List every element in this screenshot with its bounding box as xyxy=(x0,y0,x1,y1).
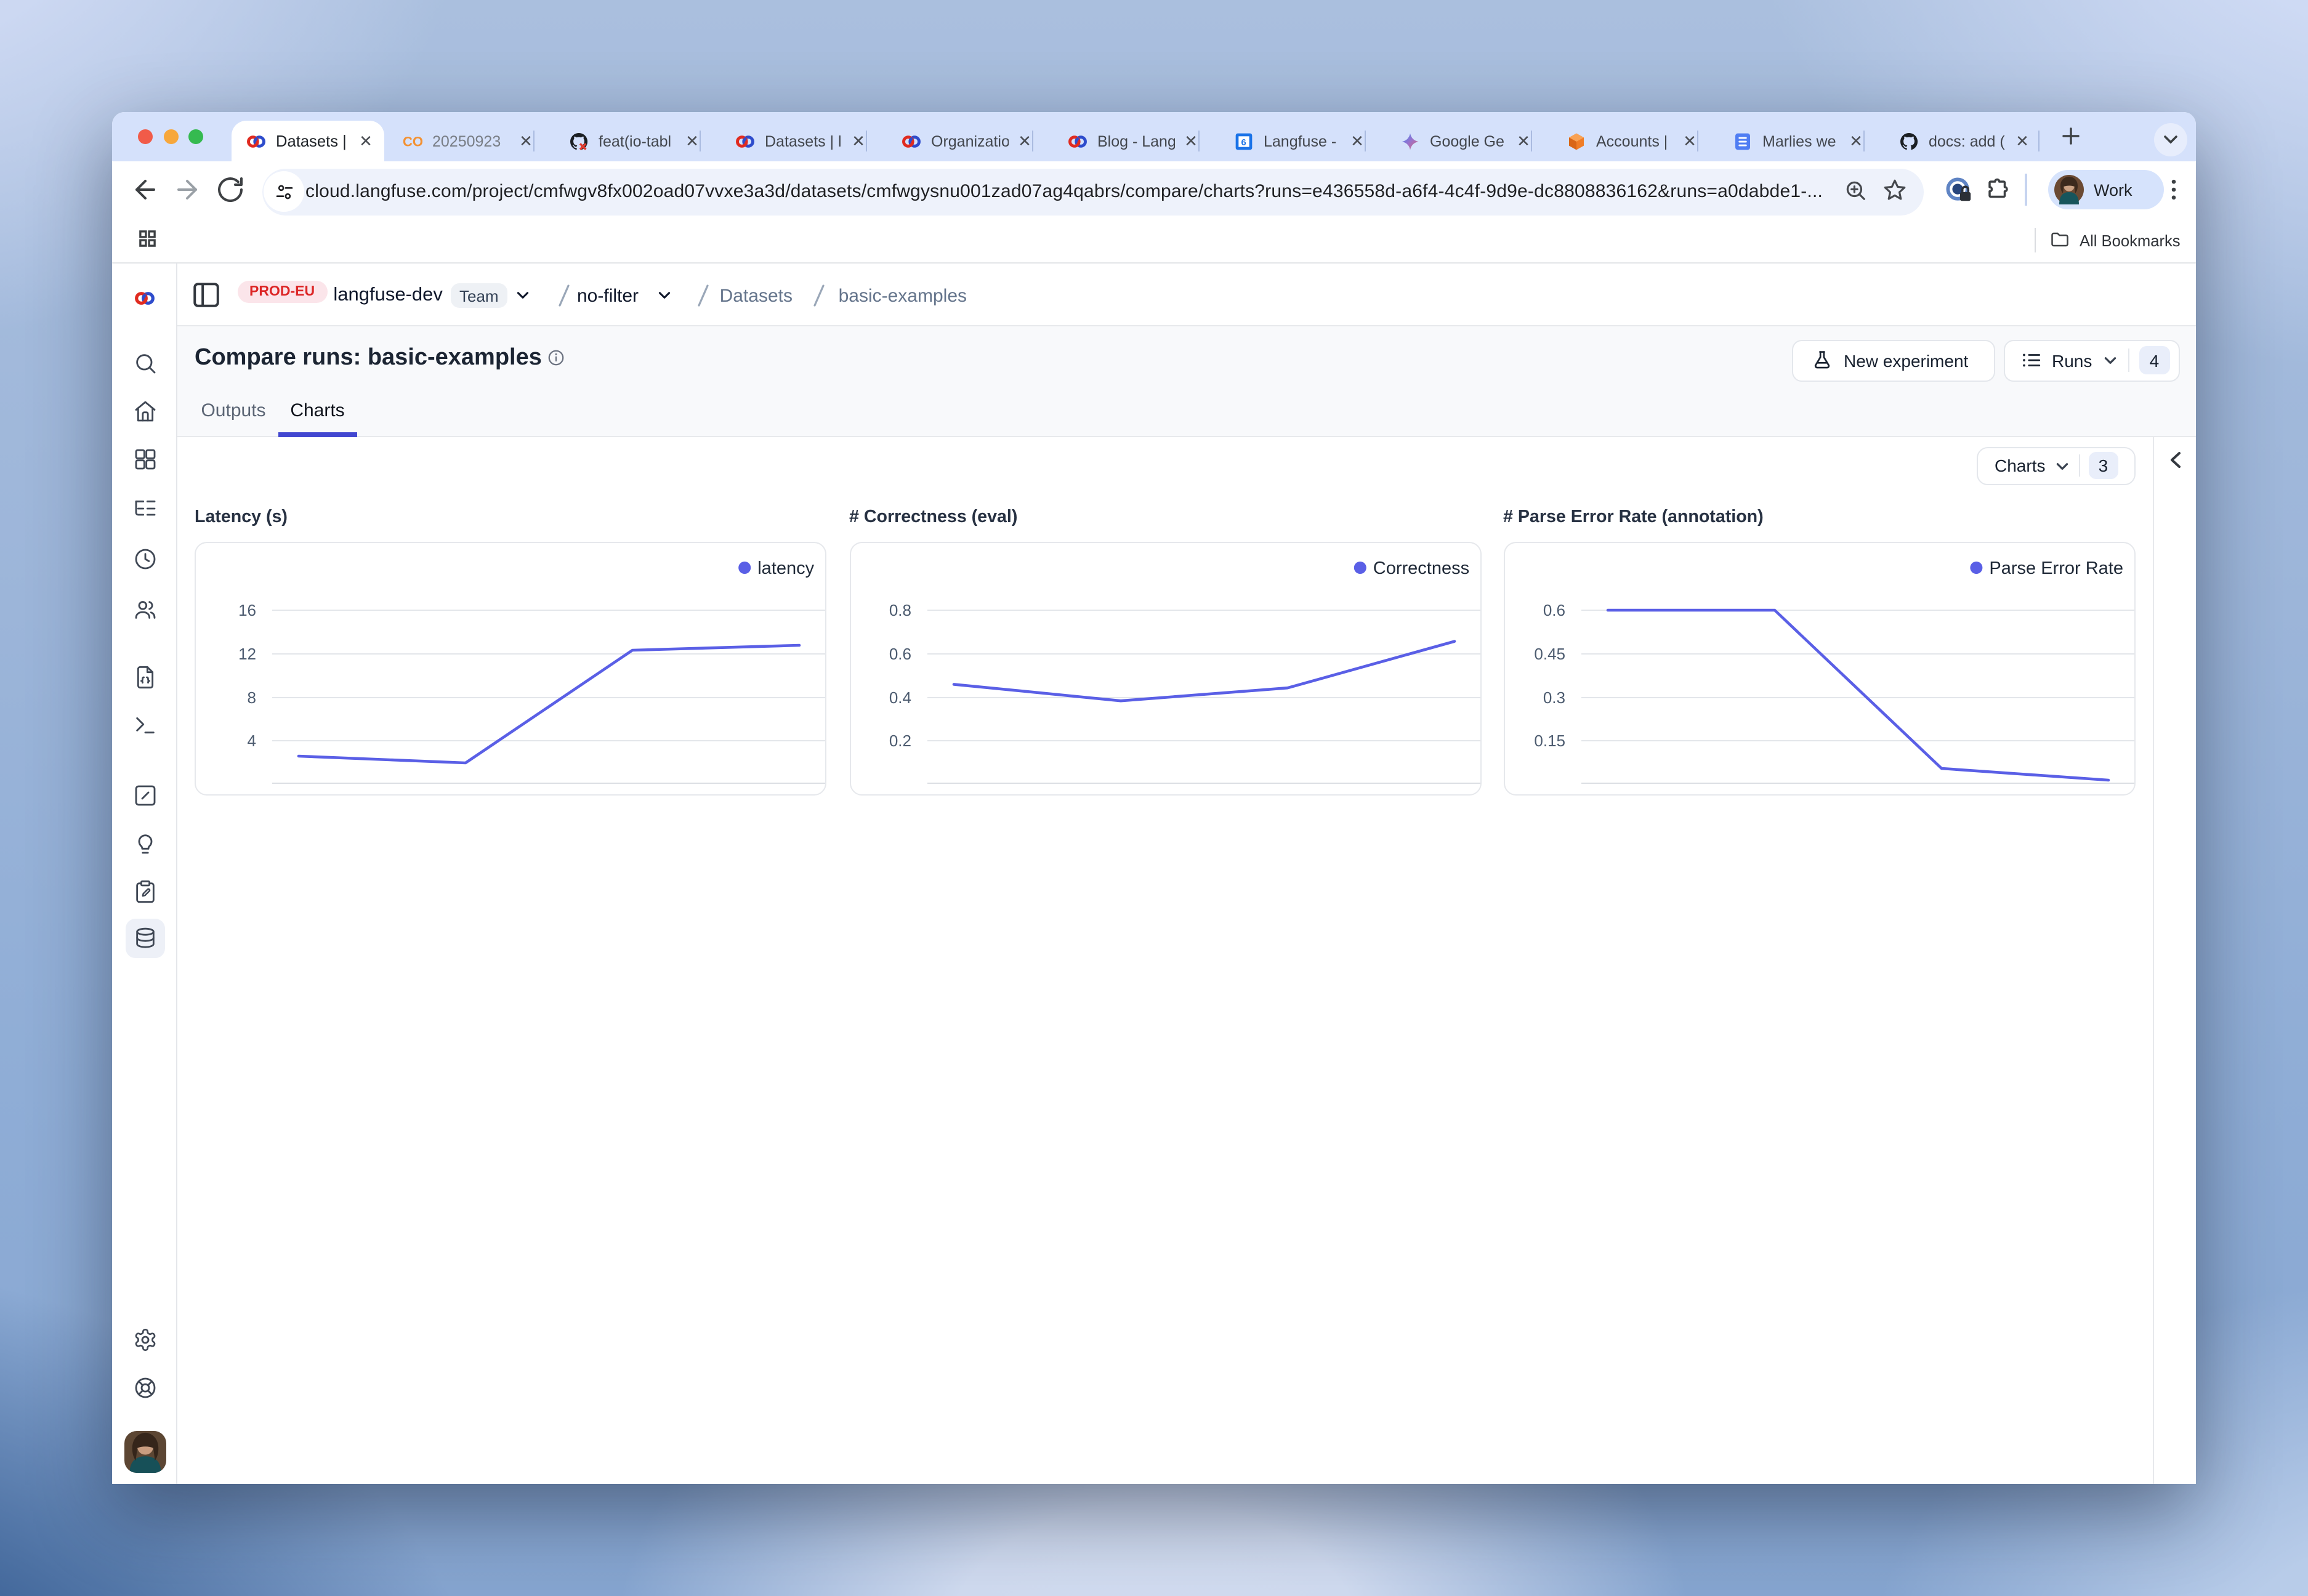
svg-text:Correctness: Correctness xyxy=(1373,558,1469,578)
svg-text:0.45: 0.45 xyxy=(1533,644,1565,663)
svg-text:0.8: 0.8 xyxy=(889,600,911,619)
svg-text:0.15: 0.15 xyxy=(1533,731,1565,749)
svg-text:0.6: 0.6 xyxy=(889,644,911,663)
svg-text:12: 12 xyxy=(238,644,256,663)
svg-text:0.3: 0.3 xyxy=(1543,688,1565,706)
svg-text:latency: latency xyxy=(757,558,814,578)
svg-text:8: 8 xyxy=(248,688,256,706)
svg-text:6: 6 xyxy=(1241,137,1246,147)
svg-text:0.4: 0.4 xyxy=(889,688,911,706)
svg-text:0.6: 0.6 xyxy=(1543,600,1565,619)
svg-text:0.2: 0.2 xyxy=(889,731,911,749)
svg-text:CO: CO xyxy=(403,133,422,148)
svg-text:16: 16 xyxy=(238,600,256,619)
svg-text:4: 4 xyxy=(248,731,256,749)
svg-text:Parse Error Rate: Parse Error Rate xyxy=(1988,558,2123,578)
